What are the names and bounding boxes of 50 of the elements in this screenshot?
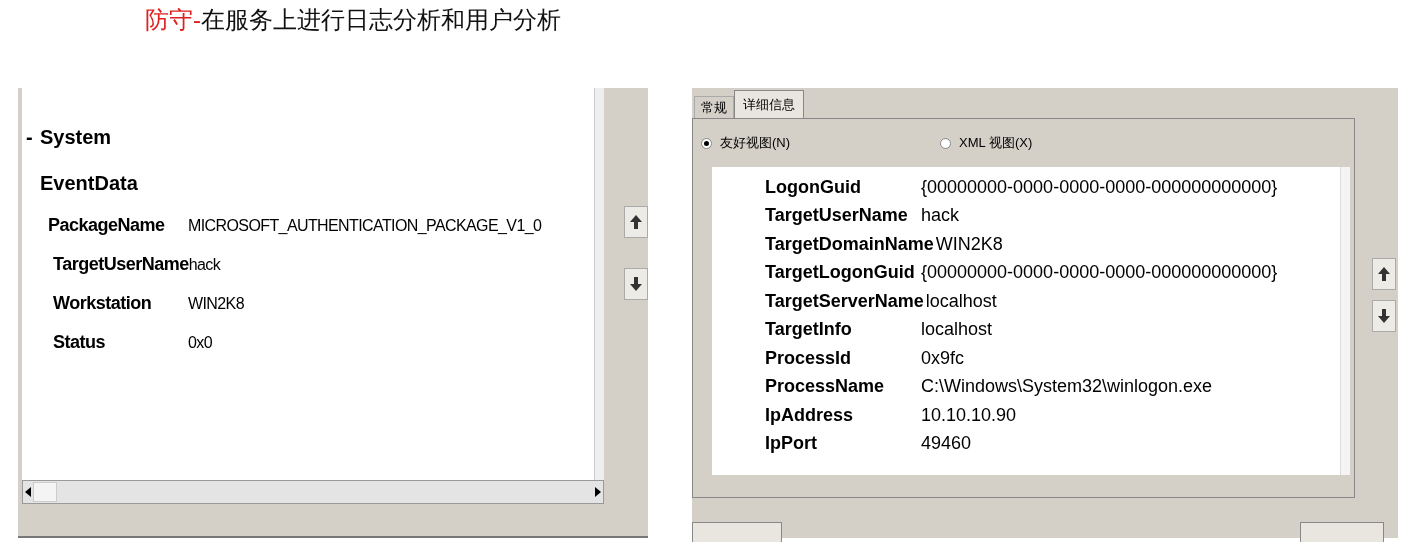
field-name: TargetServerName — [765, 289, 925, 313]
move-down-button[interactable] — [1372, 300, 1396, 332]
view-radio[interactable]: 友好视图(N) — [701, 133, 791, 153]
field-value: 10.10.10.90 — [921, 403, 1017, 427]
section-title: System — [40, 125, 112, 150]
field-name: TargetUserName — [53, 253, 189, 276]
field-value: WIN2K8 — [935, 232, 1003, 256]
field-name: ProcessId — [765, 346, 853, 370]
field-value: WIN2K8 — [188, 293, 244, 314]
move-up-button[interactable] — [1372, 258, 1396, 290]
vertical-scrollbar[interactable] — [594, 88, 604, 480]
field-name: TargetInfo — [765, 318, 853, 342]
field-name: TargetDomainName — [765, 232, 935, 256]
slide-heading: 防守-在服务上进行日志分析和用户分析 — [145, 6, 561, 33]
field-value: hack — [188, 254, 221, 273]
field-value: {00000000-0000-0000-0000-000000000000} — [921, 261, 1278, 285]
field-value: C:\Windows\System32\winlogon.exe — [921, 375, 1213, 399]
scroll-thumb[interactable] — [33, 482, 57, 502]
field-value: localhost — [921, 318, 993, 342]
tab[interactable]: 常规 — [694, 96, 734, 118]
left-arrow-icon — [25, 487, 31, 497]
move-down-button[interactable] — [624, 268, 648, 300]
field-name: TargetUserName — [765, 204, 909, 228]
field-name: IpAddress — [765, 403, 855, 427]
field-value: 49460 — [921, 432, 972, 456]
up-arrow-icon — [630, 215, 642, 229]
horizontal-scrollbar[interactable] — [22, 480, 604, 504]
up-arrow-icon — [1378, 267, 1390, 281]
down-arrow-icon — [630, 277, 642, 291]
field-name: PackageName — [48, 214, 166, 237]
field-name: TargetLogonGuid — [765, 261, 916, 285]
view-radio[interactable]: XML 视图(X) — [940, 133, 1033, 153]
field-name: Workstation — [53, 292, 153, 315]
section-title: EventData — [40, 171, 138, 196]
field-value: {00000000-0000-0000-0000-000000000000} — [921, 175, 1278, 199]
field-name: Status — [53, 331, 106, 354]
field-name: ProcessName — [765, 375, 886, 399]
down-arrow-icon — [1378, 309, 1390, 323]
field-value: localhost — [925, 289, 997, 313]
vertical-scrollbar[interactable] — [1340, 167, 1350, 475]
field-value: MICROSOFT_AUTHENTICATION_PACKAGE_V1_0 — [188, 215, 542, 236]
field-value: hack — [921, 204, 960, 228]
field-name: IpPort — [765, 432, 818, 456]
field-value: 0x0 — [188, 332, 212, 353]
move-up-button[interactable] — [624, 206, 648, 238]
field-name: LogonGuid — [765, 175, 862, 199]
tab[interactable]: 详细信息 — [734, 90, 804, 118]
section-expander[interactable]: - — [26, 122, 33, 152]
right-arrow-icon — [595, 487, 601, 497]
field-value: 0x9fc — [921, 346, 965, 370]
